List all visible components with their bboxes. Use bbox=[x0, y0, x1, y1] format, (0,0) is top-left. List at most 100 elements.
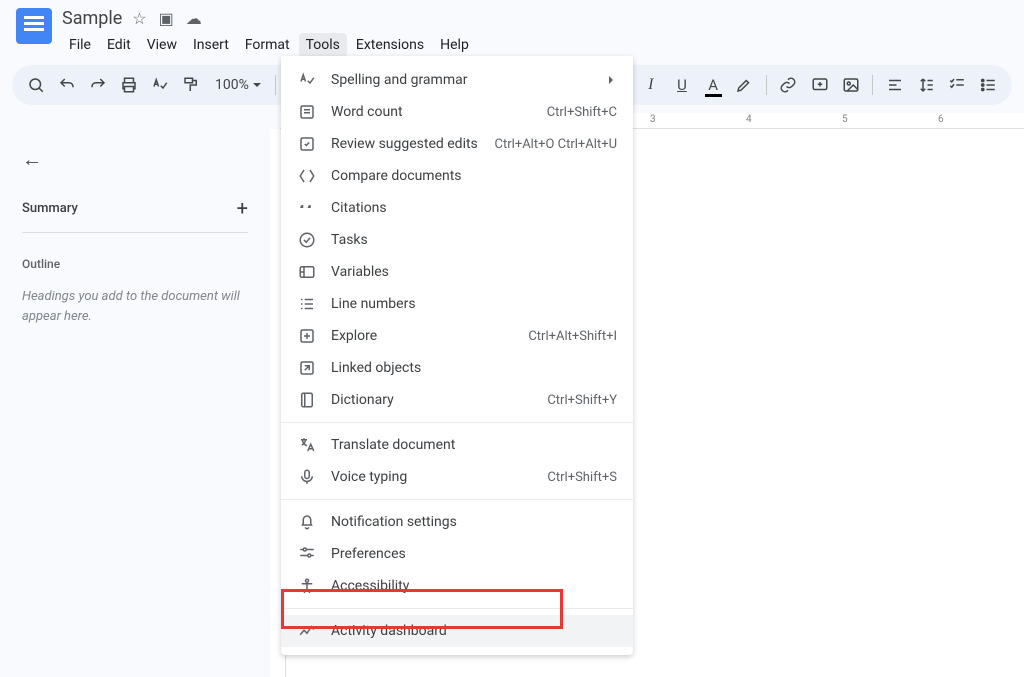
menu-extensions[interactable]: Extensions bbox=[349, 33, 431, 57]
print-icon[interactable] bbox=[116, 71, 143, 99]
collapse-sidebar-icon[interactable]: ← bbox=[22, 147, 248, 172]
outline-sidebar: ← Summary + Outline Headings you add to … bbox=[0, 129, 270, 677]
insert-link-icon[interactable] bbox=[775, 71, 802, 99]
chevron-right-icon bbox=[609, 76, 617, 84]
ruler-tick: 5 bbox=[842, 114, 848, 125]
menu-item-tasks[interactable]: Tasks bbox=[281, 224, 633, 256]
menu-item-label: Variables bbox=[331, 264, 617, 280]
menu-bar: FileEditViewInsertFormatToolsExtensionsH… bbox=[62, 33, 1008, 57]
search-menus-icon[interactable] bbox=[22, 71, 49, 99]
menu-shortcut: Ctrl+Shift+Y bbox=[547, 393, 617, 408]
menu-tools[interactable]: Tools bbox=[299, 33, 347, 57]
menu-item-activity-dashboard[interactable]: Activity dashboard bbox=[281, 615, 633, 647]
menu-item-label: Word count bbox=[331, 104, 547, 120]
menu-item-label: Translate document bbox=[331, 437, 617, 453]
lines-icon bbox=[297, 294, 317, 314]
menu-item-compare-documents[interactable]: Compare documents bbox=[281, 160, 633, 192]
menu-item-label: Review suggested edits bbox=[331, 136, 495, 152]
menu-item-accessibility[interactable]: Accessibility bbox=[281, 570, 633, 602]
menu-item-dictionary[interactable]: DictionaryCtrl+Shift+Y bbox=[281, 384, 633, 416]
menu-item-label: Activity dashboard bbox=[331, 623, 617, 639]
tasks-icon bbox=[297, 230, 317, 250]
menu-file[interactable]: File bbox=[62, 33, 98, 57]
star-icon[interactable]: ☆ bbox=[132, 9, 146, 28]
compare-icon bbox=[297, 166, 317, 186]
menu-item-spelling-and-grammar[interactable]: Spelling and grammar bbox=[281, 64, 633, 96]
menu-item-voice-typing[interactable]: Voice typingCtrl+Shift+S bbox=[281, 461, 633, 493]
activity-icon bbox=[297, 621, 317, 641]
menu-item-translate-document[interactable]: Translate document bbox=[281, 429, 633, 461]
ruler-tick: 6 bbox=[938, 114, 944, 125]
cloud-status-icon[interactable]: ☁ bbox=[186, 9, 202, 28]
outline-heading: Outline bbox=[22, 257, 248, 271]
prefs-icon bbox=[297, 544, 317, 564]
menu-divider bbox=[281, 608, 633, 609]
menu-item-label: Citations bbox=[331, 200, 617, 216]
access-icon bbox=[297, 576, 317, 596]
paint-format-icon[interactable] bbox=[178, 71, 205, 99]
bell-icon bbox=[297, 512, 317, 532]
menu-divider bbox=[281, 499, 633, 500]
menu-item-linked-objects[interactable]: Linked objects bbox=[281, 352, 633, 384]
underline-button[interactable]: U bbox=[668, 71, 695, 99]
spell-icon bbox=[297, 70, 317, 90]
translate-icon bbox=[297, 435, 317, 455]
menu-item-label: Dictionary bbox=[331, 392, 547, 408]
header: Sample ☆ ▣ ☁ FileEditViewInsertFormatToo… bbox=[0, 0, 1024, 57]
add-summary-button[interactable]: + bbox=[237, 196, 248, 220]
cite-icon bbox=[297, 198, 317, 218]
menu-item-review-suggested-edits[interactable]: Review suggested editsCtrl+Alt+O Ctrl+Al… bbox=[281, 128, 633, 160]
spellcheck-icon[interactable] bbox=[147, 71, 174, 99]
move-icon[interactable]: ▣ bbox=[159, 9, 174, 28]
highlight-button[interactable] bbox=[731, 71, 758, 99]
menu-item-citations[interactable]: Citations bbox=[281, 192, 633, 224]
menu-shortcut: Ctrl+Shift+S bbox=[547, 470, 617, 485]
add-comment-icon[interactable] bbox=[806, 71, 833, 99]
zoom-selector[interactable]: 100% bbox=[209, 77, 267, 93]
menu-shortcut: Ctrl+Alt+Shift+I bbox=[528, 329, 617, 344]
linked-icon bbox=[297, 358, 317, 378]
menu-item-variables[interactable]: Variables bbox=[281, 256, 633, 288]
redo-icon[interactable] bbox=[84, 71, 111, 99]
ruler-tick: 4 bbox=[746, 114, 752, 125]
menu-item-preferences[interactable]: Preferences bbox=[281, 538, 633, 570]
menu-shortcut: Ctrl+Shift+C bbox=[547, 105, 617, 120]
outline-placeholder: Headings you add to the document will ap… bbox=[22, 287, 248, 326]
line-spacing-button[interactable] bbox=[913, 71, 940, 99]
review-icon bbox=[297, 134, 317, 154]
menu-item-notification-settings[interactable]: Notification settings bbox=[281, 506, 633, 538]
menu-item-label: Voice typing bbox=[331, 469, 547, 485]
menu-item-label: Preferences bbox=[331, 546, 617, 562]
dict-icon bbox=[297, 390, 317, 410]
menu-item-label: Notification settings bbox=[331, 514, 617, 530]
text-color-button[interactable]: A bbox=[700, 71, 727, 99]
menu-view[interactable]: View bbox=[140, 33, 184, 57]
menu-item-label: Tasks bbox=[331, 232, 617, 248]
menu-item-word-count[interactable]: Word countCtrl+Shift+C bbox=[281, 96, 633, 128]
mic-icon bbox=[297, 467, 317, 487]
menu-item-line-numbers[interactable]: Line numbers bbox=[281, 288, 633, 320]
tools-menu-dropdown: Spelling and grammarWord countCtrl+Shift… bbox=[281, 56, 633, 655]
italic-button[interactable]: I bbox=[637, 71, 664, 99]
vars-icon bbox=[297, 262, 317, 282]
menu-item-label: Compare documents bbox=[331, 168, 617, 184]
insert-image-icon[interactable] bbox=[837, 71, 864, 99]
menu-item-label: Linked objects bbox=[331, 360, 617, 376]
menu-shortcut: Ctrl+Alt+O Ctrl+Alt+U bbox=[495, 137, 617, 152]
docs-logo-icon[interactable] bbox=[16, 8, 52, 44]
menu-edit[interactable]: Edit bbox=[100, 33, 138, 57]
menu-help[interactable]: Help bbox=[433, 33, 476, 57]
menu-item-label: Line numbers bbox=[331, 296, 617, 312]
ruler-tick: 3 bbox=[650, 114, 656, 125]
document-title[interactable]: Sample bbox=[62, 8, 122, 29]
menu-insert[interactable]: Insert bbox=[186, 33, 236, 57]
undo-icon[interactable] bbox=[53, 71, 80, 99]
menu-item-explore[interactable]: ExploreCtrl+Alt+Shift+I bbox=[281, 320, 633, 352]
menu-format[interactable]: Format bbox=[238, 33, 297, 57]
align-button[interactable] bbox=[881, 71, 908, 99]
checklist-button[interactable] bbox=[944, 71, 971, 99]
menu-item-label: Explore bbox=[331, 328, 528, 344]
explore-icon bbox=[297, 326, 317, 346]
bulleted-list-button[interactable] bbox=[975, 71, 1002, 99]
menu-divider bbox=[281, 422, 633, 423]
